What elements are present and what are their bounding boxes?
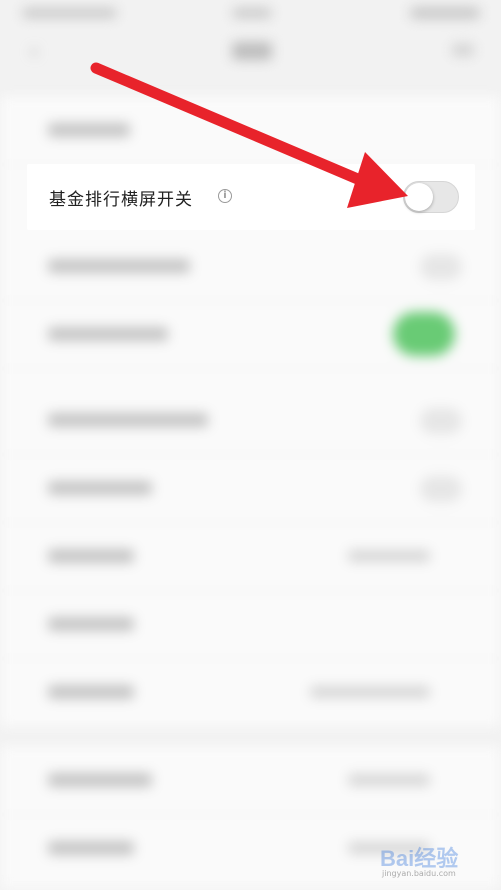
- row-value: [348, 550, 430, 562]
- row-label: [48, 481, 152, 495]
- toggle-switch[interactable]: [420, 476, 462, 502]
- toggle-switch[interactable]: [420, 408, 462, 434]
- settings-row[interactable]: [0, 658, 501, 727]
- info-icon[interactable]: i: [218, 189, 232, 203]
- settings-row[interactable]: [0, 96, 501, 165]
- row-label: [48, 259, 190, 273]
- settings-row[interactable]: [0, 522, 501, 591]
- settings-row[interactable]: [0, 454, 501, 523]
- fund-ranking-landscape-toggle[interactable]: [403, 181, 459, 213]
- toggle-switch[interactable]: [393, 312, 455, 356]
- settings-row[interactable]: [0, 746, 501, 815]
- watermark-url: jingyan.baidu.com: [382, 869, 456, 878]
- settings-group-1: [0, 96, 501, 396]
- fund-ranking-landscape-label: 基金排行横屏开关: [49, 190, 193, 210]
- row-label: [48, 685, 134, 699]
- settings-group-2: [0, 386, 501, 728]
- row-label: [48, 773, 152, 787]
- row-label: [48, 327, 168, 341]
- back-icon[interactable]: ‹: [30, 41, 48, 61]
- settings-row[interactable]: [0, 590, 501, 659]
- status-bar-right: [410, 7, 480, 19]
- row-label: [48, 617, 134, 631]
- row-value: [348, 774, 430, 786]
- row-label: [48, 549, 134, 563]
- row-value: [310, 686, 430, 698]
- settings-row[interactable]: [0, 300, 501, 369]
- toggle-switch[interactable]: [420, 254, 462, 280]
- row-label: [48, 123, 130, 137]
- row-label: [48, 413, 208, 427]
- status-bar-left: [22, 8, 117, 18]
- settings-row[interactable]: [0, 386, 501, 455]
- toggle-knob: [405, 183, 433, 211]
- blurred-background: ‹: [0, 0, 501, 890]
- nav-bar: ‹: [0, 28, 501, 76]
- baidu-watermark: Bai经验 jingyan.baidu.com: [380, 835, 496, 885]
- page-title: [232, 42, 272, 60]
- nav-right-action[interactable]: [452, 44, 474, 56]
- row-label: [48, 841, 134, 855]
- status-bar: [0, 0, 501, 28]
- status-bar-time: [232, 8, 272, 18]
- fund-ranking-landscape-row[interactable]: 基金排行横屏开关 i: [27, 164, 475, 230]
- settings-row[interactable]: [0, 232, 501, 301]
